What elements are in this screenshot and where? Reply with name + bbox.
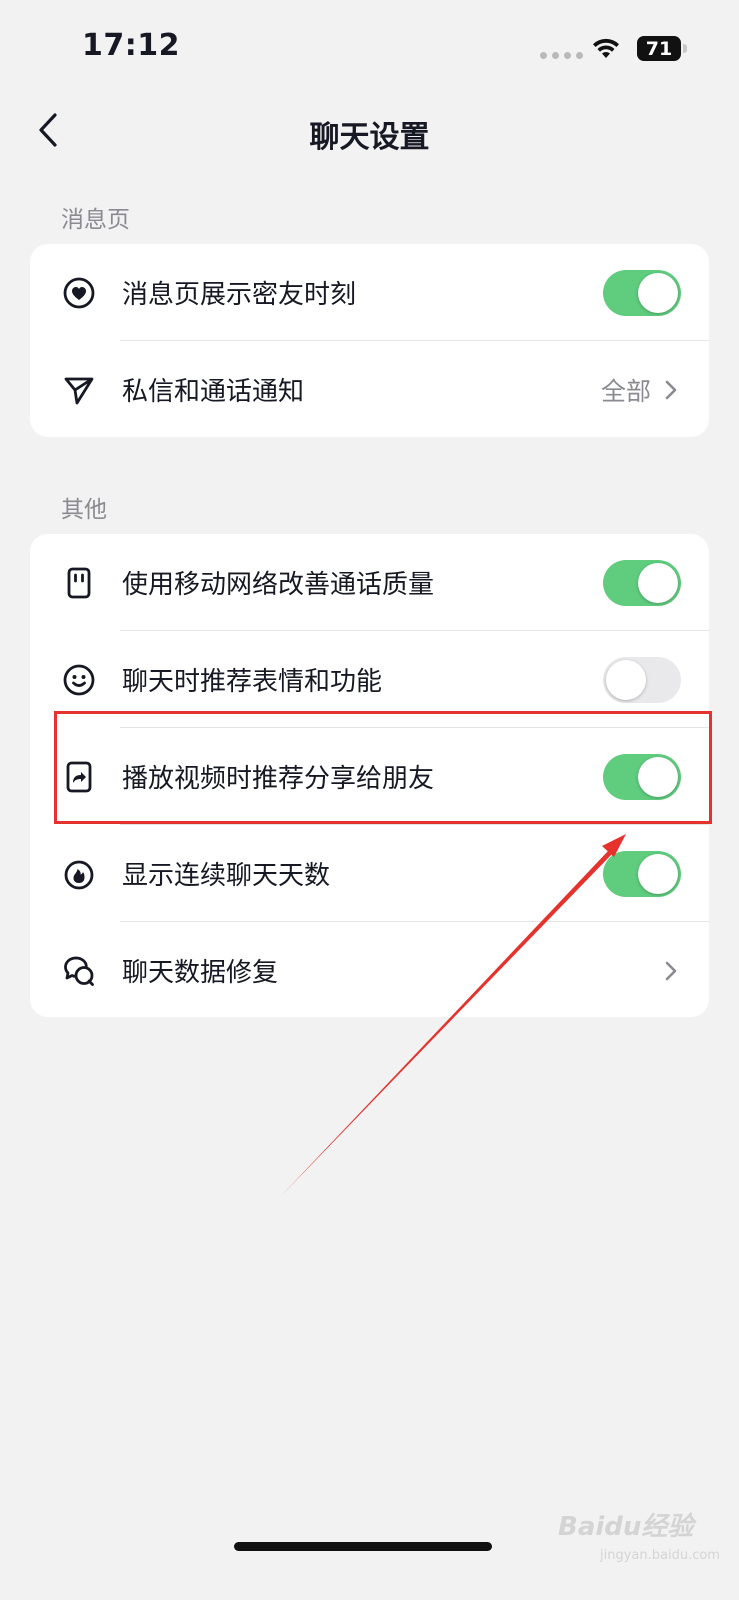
battery-indicator: 71 [637, 36, 681, 61]
heart-circle-icon [62, 276, 96, 310]
cellular-signal-icon [540, 52, 583, 59]
setting-row-chat-data-repair[interactable]: 聊天数据修复 [30, 922, 709, 1017]
setting-row-mobile-network-call-quality[interactable]: 使用移动网络改善通话质量 [30, 534, 709, 631]
flame-icon [62, 857, 96, 891]
toggle-switch[interactable] [603, 559, 681, 606]
wifi-icon [593, 38, 619, 58]
setting-row-dm-call-notifications[interactable]: 私信和通话通知 全部 [30, 341, 709, 437]
settings-card-other: 使用移动网络改善通话质量 聊天时推荐表情和功能 播放视频时推荐分享给朋友 显示连… [30, 534, 709, 1017]
status-time: 17:12 [82, 28, 180, 63]
setting-label: 消息页展示密友时刻 [122, 280, 357, 310]
setting-label: 显示连续聊天天数 [122, 861, 331, 891]
section-header-messages: 消息页 [61, 207, 130, 233]
battery-cap [683, 44, 687, 53]
chevron-right-icon [665, 380, 677, 399]
chevron-right-icon [665, 961, 677, 980]
setting-label: 私信和通话通知 [122, 377, 305, 407]
setting-row-share-video-to-friends[interactable]: 播放视频时推荐分享给朋友 [30, 728, 709, 825]
share-video-icon [62, 760, 96, 794]
setting-label: 聊天数据修复 [122, 958, 279, 988]
setting-row-recommend-stickers[interactable]: 聊天时推荐表情和功能 [30, 631, 709, 728]
setting-label: 使用移动网络改善通话质量 [122, 570, 435, 600]
settings-card-messages: 消息页展示密友时刻 私信和通话通知 全部 [30, 244, 709, 437]
watermark: Baidu经验 [558, 1512, 694, 1542]
home-indicator[interactable] [234, 1542, 492, 1551]
setting-row-chat-streak-days[interactable]: 显示连续聊天天数 [30, 825, 709, 922]
chat-bubbles-icon [62, 954, 96, 988]
setting-row-close-friends-moment[interactable]: 消息页展示密友时刻 [30, 244, 709, 341]
page-title: 聊天设置 [309, 120, 430, 155]
toggle-switch[interactable] [603, 269, 681, 316]
setting-label: 播放视频时推荐分享给朋友 [122, 764, 435, 794]
toggle-switch[interactable] [603, 753, 681, 800]
watermark-url: jingyan.baidu.com [600, 1548, 720, 1563]
toggle-switch[interactable] [603, 656, 681, 703]
status-bar: 17:12 71 [0, 0, 739, 100]
toggle-switch[interactable] [603, 850, 681, 897]
paper-plane-icon [62, 373, 96, 407]
section-header-other: 其他 [61, 497, 107, 523]
setting-value: 全部 [600, 376, 651, 406]
smiley-icon [62, 663, 96, 697]
setting-label: 聊天时推荐表情和功能 [122, 667, 383, 697]
sim-card-icon [62, 566, 96, 600]
